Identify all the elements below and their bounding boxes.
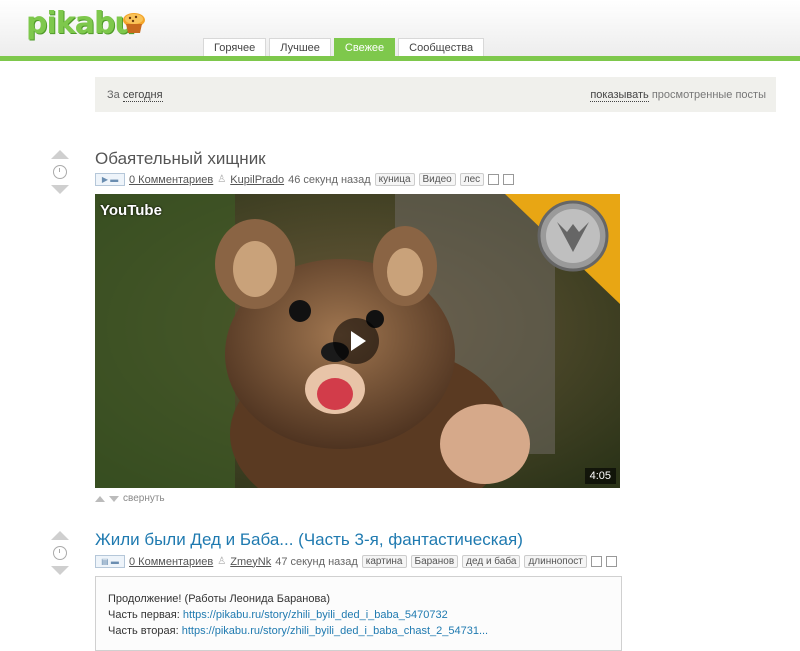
youtube-logo: YouTube: [100, 202, 162, 219]
part-label: Часть первая:: [108, 609, 180, 621]
post-meta: ▤ ▬ 0 Комментариев ♙ ZmeyNk 47 секунд на…: [95, 555, 617, 568]
post-text-line: Часть вторая: https://pikabu.ru/story/zh…: [108, 625, 488, 637]
tag[interactable]: куница: [374, 173, 415, 186]
tag[interactable]: картина: [361, 555, 407, 568]
user-icon: ♙: [217, 174, 227, 185]
collapse-label[interactable]: свернуть: [123, 493, 165, 504]
clock-icon: [53, 546, 67, 560]
period-filter: За сегодня: [107, 89, 163, 102]
add-tag-icon[interactable]: [503, 174, 515, 185]
comments-link[interactable]: 0 Комментариев: [129, 556, 213, 568]
header-divider: [0, 56, 800, 61]
save-icon[interactable]: [590, 556, 602, 567]
part-label: Часть вторая:: [108, 625, 179, 637]
post-vote-controls: [50, 531, 70, 575]
post-title[interactable]: Жили были Дед и Баба... (Часть 3-я, фант…: [95, 530, 523, 550]
show-viewed-toggle[interactable]: показывать: [590, 89, 649, 102]
tag[interactable]: лес: [459, 173, 485, 186]
collapse-control[interactable]: свернуть: [95, 493, 165, 504]
post-text-block: Продолжение! (Работы Леонида Баранова) Ч…: [95, 576, 622, 651]
downvote-icon[interactable]: [51, 185, 69, 194]
post-time: 47 секунд назад: [275, 555, 358, 568]
video-icon: ▶ ▬: [95, 173, 125, 186]
tab-best[interactable]: Лучшее: [269, 38, 331, 57]
site-logo[interactable]: pikabu: [26, 6, 136, 41]
tag[interactable]: Видео: [418, 173, 456, 186]
save-icon[interactable]: [488, 174, 500, 185]
show-viewed-text: просмотренные посты: [651, 89, 766, 101]
post-meta: ▶ ▬ 0 Комментариев ♙ KupilPrado 46 секун…: [95, 173, 515, 186]
site-header: pikabu Горячее Лучшее Свежее Сообщества: [0, 0, 800, 58]
tab-hot[interactable]: Горячее: [203, 38, 267, 57]
comments-link[interactable]: 0 Комментариев: [129, 174, 213, 186]
post-text-line: Продолжение! (Работы Леонида Баранова): [108, 593, 330, 605]
video-player[interactable]: YouTube 4:05: [95, 194, 620, 488]
tag[interactable]: дед и баба: [462, 555, 521, 568]
author-link[interactable]: ZmeyNk: [230, 556, 271, 568]
tab-communities[interactable]: Сообщества: [398, 38, 485, 57]
filter-bar: За сегодня показывать просмотренные пост…: [95, 77, 776, 112]
clock-icon: [53, 165, 67, 179]
tag[interactable]: Баранов: [410, 555, 459, 568]
post-vote-controls: [50, 150, 70, 194]
period-selector[interactable]: сегодня: [122, 89, 163, 102]
tag[interactable]: длиннопост: [524, 555, 587, 568]
story-link[interactable]: https://pikabu.ru/story/zhili_byili_ded_…: [183, 609, 448, 621]
viewed-filter: показывать просмотренные посты: [590, 89, 766, 102]
tab-fresh[interactable]: Свежее: [333, 38, 396, 57]
video-duration: 4:05: [584, 468, 616, 484]
story-link[interactable]: https://pikabu.ru/story/zhili_byili_ded_…: [182, 625, 488, 637]
play-icon[interactable]: [333, 318, 379, 364]
upvote-icon[interactable]: [51, 531, 69, 540]
collapse-down-icon: [109, 495, 119, 502]
collapse-up-icon: [95, 495, 105, 502]
text-icon: ▤ ▬: [95, 555, 125, 568]
add-tag-icon[interactable]: [605, 556, 617, 567]
downvote-icon[interactable]: [51, 566, 69, 575]
user-icon: ♙: [217, 556, 227, 567]
post-time: 46 секунд назад: [288, 173, 371, 186]
muffin-mascot-icon: [123, 13, 145, 33]
upvote-icon[interactable]: [51, 150, 69, 159]
main-tabs: Горячее Лучшее Свежее Сообщества: [203, 38, 485, 57]
period-prefix: За: [107, 89, 120, 101]
post-title[interactable]: Обаятельный хищник: [95, 149, 266, 169]
post-text-line: Часть первая: https://pikabu.ru/story/zh…: [108, 609, 448, 621]
author-link[interactable]: KupilPrado: [230, 174, 284, 186]
